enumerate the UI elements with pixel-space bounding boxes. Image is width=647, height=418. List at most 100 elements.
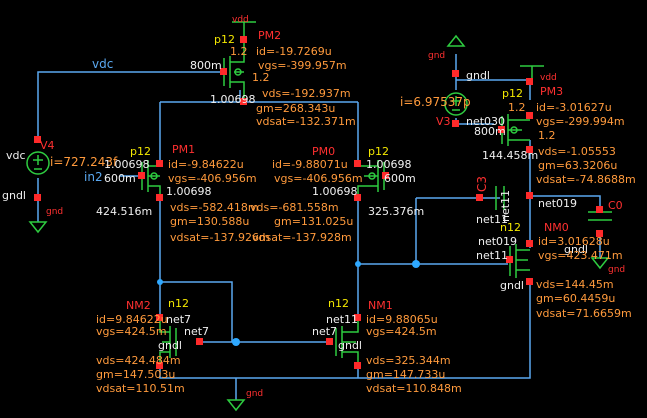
pin	[526, 112, 533, 119]
nm0-id: id=3.01628u	[538, 235, 610, 248]
vdd-label: vdd	[540, 73, 557, 83]
pin	[526, 278, 533, 285]
net-label-net11[interactable]: net11	[476, 250, 508, 261]
pm0-id: id=-9.88071u	[272, 158, 348, 171]
c0-name[interactable]: C0	[608, 200, 623, 211]
pm3-body	[501, 114, 530, 146]
pm3-gm: gm=63.3206u	[538, 159, 618, 172]
pm1-model: p12	[130, 145, 151, 158]
nm2-id: id=9.84622u	[96, 313, 168, 326]
gnd-label: gnd	[608, 265, 626, 275]
nm1-name[interactable]: NM1	[368, 300, 393, 311]
net-label-gndl[interactable]: gndl	[2, 190, 26, 201]
pm1-id: id=-9.84622u	[168, 158, 244, 171]
pin	[452, 120, 459, 127]
net-label-vdc[interactable]: vdc	[92, 58, 113, 70]
pm2-w2: 1.2	[252, 71, 270, 84]
net-label-gndl[interactable]: gndl	[158, 340, 182, 351]
c3-name[interactable]: C3	[475, 176, 489, 192]
pm0-gate: 600m	[384, 172, 416, 185]
junction-dot	[412, 260, 420, 268]
net-label-net7[interactable]: net7	[184, 326, 209, 337]
pm3-w: 1.2	[508, 101, 526, 114]
pm2-vdsat: vdsat=-132.371m	[256, 115, 356, 128]
pin	[452, 70, 459, 77]
pin	[354, 362, 361, 369]
pm0-gm: gm=131.025u	[274, 215, 354, 228]
nm2-gm: gm=147.503u	[96, 368, 176, 381]
pm0-vdsat: vdsat=-137.928m	[252, 231, 352, 244]
pm2-gate: 800m	[190, 59, 222, 72]
pm3-id: id=-3.01627u	[536, 101, 612, 114]
net-label-net7[interactable]: net7	[166, 314, 191, 325]
vdd-label: vdd	[232, 15, 249, 25]
pm3-vdsat: vdsat=-74.8688m	[536, 173, 636, 186]
net-label-net7[interactable]: net7	[312, 326, 337, 337]
pm2-model: p12	[214, 33, 235, 46]
schematic-canvas[interactable]: vdd vdd gnd gnd gnd gnd vdc in2 gndl gnd…	[0, 0, 647, 418]
v3-current: i=6.97537p	[400, 95, 471, 109]
nm0-vgs: vgs=423.471m	[538, 249, 623, 262]
pin	[476, 194, 483, 201]
pm3-model: p12	[502, 87, 523, 100]
pm3-vgs: vgs=-299.994m	[536, 115, 625, 128]
v4-name[interactable]: V4	[40, 140, 55, 151]
pm1-node-a: 1.00698	[104, 158, 150, 171]
nm2-name[interactable]: NM2	[126, 300, 151, 311]
pm3-vds: vds=-1.05553	[538, 145, 616, 158]
nm2-model: n12	[168, 297, 189, 310]
junction-dot	[355, 261, 361, 267]
pm1-name[interactable]: PM1	[172, 144, 195, 155]
pin	[326, 338, 333, 345]
pm0-vgs: vgs=-406.956m	[274, 172, 363, 185]
gnd-label: gnd	[46, 207, 64, 217]
pm3-name[interactable]: PM3	[540, 86, 563, 97]
pm2-vgs: vgs=-399.957m	[258, 59, 347, 72]
net-label-net11[interactable]: net11	[326, 314, 358, 325]
pm3-drain: 144.458m	[482, 149, 539, 162]
gnd-bottom-symbol	[226, 399, 246, 412]
net-label-net019[interactable]: net019	[478, 236, 517, 247]
pin	[196, 338, 203, 345]
wire-vdc	[37, 71, 224, 140]
net-label-gndl[interactable]: gndl	[500, 280, 524, 291]
pin	[526, 78, 533, 85]
junction-dot	[157, 279, 163, 285]
pm2-w: 1.2	[230, 45, 248, 58]
pm1-vds: vds=-582.418m	[170, 201, 259, 214]
pm2-vds: vds=-192.937m	[262, 87, 351, 100]
pm0-name[interactable]: PM0	[312, 146, 335, 157]
v3-name[interactable]: V3	[436, 116, 451, 127]
nm2-vgs: vgs=424.5m	[96, 325, 167, 338]
nm0-vdsat: vdsat=71.6659m	[536, 307, 632, 320]
pm2-node: 1.00698	[210, 93, 256, 106]
pm1-gm: gm=130.588u	[170, 215, 250, 228]
net-label-in2[interactable]: in2	[84, 171, 103, 183]
nm0-name[interactable]: NM0	[544, 222, 569, 233]
net-label-gndl[interactable]: gndl	[466, 70, 490, 81]
nm1-vds: vds=325.344m	[366, 354, 451, 367]
net-label-gndl[interactable]: gndl	[338, 340, 362, 351]
pm2-name[interactable]: PM2	[258, 30, 281, 41]
nm1-id: id=9.88065u	[366, 313, 438, 326]
pm1-vgs: vgs=-406.956m	[168, 172, 257, 185]
net-label-net11[interactable]: net11	[499, 190, 512, 222]
gnd-v4-symbol	[28, 221, 48, 234]
pm1-node-b: 1.00698	[166, 185, 212, 198]
nm1-model: n12	[328, 297, 349, 310]
net-label-net019[interactable]: net019	[538, 198, 577, 209]
junction-dot	[232, 338, 240, 346]
v4-signs	[33, 155, 43, 170]
nm1-vdsat: vdsat=110.848m	[366, 382, 462, 395]
pm3-gate: 800m	[474, 125, 506, 138]
pm0-model: p12	[368, 145, 389, 158]
pm2-gm: gm=268.343u	[256, 102, 336, 115]
pm0-node-b: 1.00698	[312, 185, 358, 198]
pm0-vds: vds=-681.558m	[250, 201, 339, 214]
v4-pin-label: vdc	[6, 149, 26, 162]
pm1-src: 424.516m	[96, 205, 153, 218]
pin	[138, 172, 145, 179]
pin	[34, 194, 41, 201]
nm1-vgs: vgs=424.5m	[366, 325, 437, 338]
nm2-vds: vds=424.484m	[96, 354, 181, 367]
